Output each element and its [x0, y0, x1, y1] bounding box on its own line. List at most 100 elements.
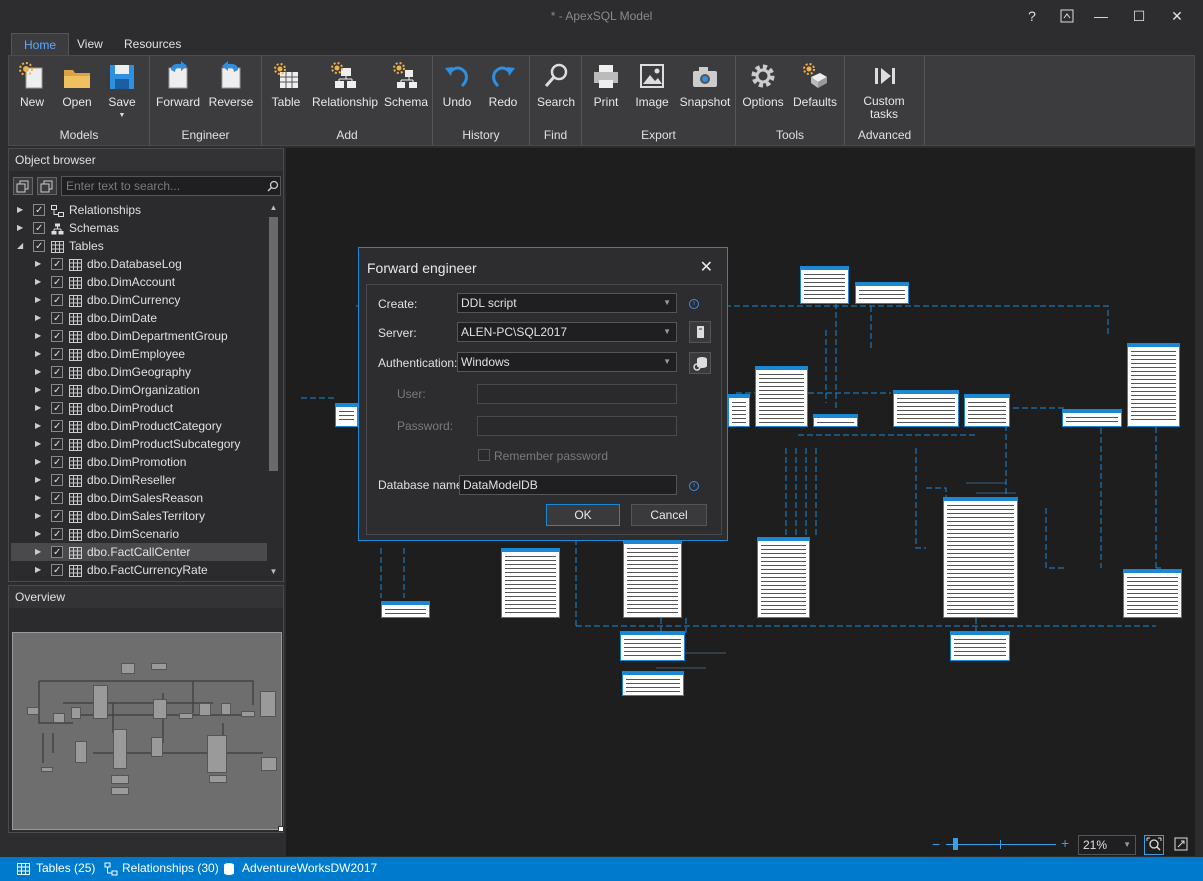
er-table[interactable]	[1123, 569, 1182, 618]
expand-arrow-icon[interactable]: ▶	[17, 219, 27, 237]
custom-tasks-button[interactable]: Custom tasks	[855, 58, 913, 121]
tree-item-checkbox[interactable]	[51, 364, 63, 382]
tab-view[interactable]: View	[65, 33, 115, 56]
tree-item[interactable]: ▶ Schemas	[11, 219, 267, 238]
expand-arrow-icon[interactable]: ▶	[35, 417, 45, 435]
expand-all-button[interactable]	[13, 177, 33, 195]
er-table[interactable]	[728, 394, 750, 427]
er-table[interactable]	[381, 601, 430, 618]
tree-item-checkbox[interactable]	[51, 256, 63, 274]
save-button[interactable]: Save ▼	[105, 58, 139, 120]
expand-arrow-icon[interactable]: ▶	[35, 453, 45, 471]
expand-arrow-icon[interactable]: ▶	[35, 435, 45, 453]
tree-item[interactable]: ▶ dbo.DimAccount	[11, 273, 267, 292]
expand-arrow-icon[interactable]: ▶	[35, 363, 45, 381]
er-table[interactable]	[623, 540, 682, 618]
expand-arrow-icon[interactable]: ▶	[35, 327, 45, 345]
tree-item-checkbox[interactable]	[33, 220, 45, 238]
tree-item-checkbox[interactable]	[51, 310, 63, 328]
tree-item-checkbox[interactable]	[33, 238, 45, 256]
tree-item[interactable]: ◢ Tables	[11, 237, 267, 256]
expand-arrow-icon[interactable]: ▶	[35, 543, 45, 561]
cancel-button[interactable]: Cancel	[631, 504, 707, 526]
tree-item[interactable]: ▶ dbo.DimReseller	[11, 471, 267, 490]
tree-item-checkbox[interactable]	[51, 490, 63, 508]
tree-item[interactable]: ▶ dbo.DimDepartmentGroup	[11, 327, 267, 346]
ok-button[interactable]: OK	[546, 504, 620, 526]
tree-item-checkbox[interactable]	[51, 562, 63, 579]
relationship-button[interactable]: Relationship	[312, 58, 378, 109]
tree-item-checkbox[interactable]	[51, 544, 63, 562]
tree-item[interactable]: ▶ dbo.DimProductCategory	[11, 417, 267, 436]
close-button[interactable]: ✕	[1160, 3, 1194, 29]
tree-item-checkbox[interactable]	[51, 436, 63, 454]
er-table[interactable]	[622, 671, 684, 696]
dialog-close-button[interactable]: ✕	[700, 257, 713, 277]
expand-arrow-icon[interactable]: ▶	[35, 291, 45, 309]
server-dropdown[interactable]: ALEN-PC\SQL2017 ▼	[457, 322, 677, 342]
server-browse-button[interactable]	[689, 321, 711, 343]
schema-button[interactable]: Schema	[384, 58, 428, 109]
password-input[interactable]	[477, 416, 677, 436]
zoom-level-dropdown[interactable]: 21% ▼	[1078, 835, 1136, 855]
zoom-out-button[interactable]: −	[932, 836, 940, 852]
snapshot-button[interactable]: Snapshot	[678, 58, 732, 109]
reverse-button[interactable]: Reverse	[206, 58, 256, 109]
undo-button[interactable]: Undo	[439, 58, 475, 109]
search-icon[interactable]	[267, 180, 279, 192]
expand-arrow-icon[interactable]: ▶	[35, 399, 45, 417]
print-button[interactable]: Print	[586, 58, 626, 109]
tree-item-checkbox[interactable]	[51, 418, 63, 436]
er-table[interactable]	[335, 403, 358, 427]
er-table[interactable]	[1127, 343, 1180, 427]
tab-resources[interactable]: Resources	[112, 33, 193, 56]
tree-item-checkbox[interactable]	[51, 454, 63, 472]
new-button[interactable]: New	[15, 58, 49, 109]
tree-item-checkbox[interactable]	[51, 508, 63, 526]
tree-item-checkbox[interactable]	[51, 472, 63, 490]
options-button[interactable]: Options	[742, 58, 784, 109]
database-name-input[interactable]: DataModelDB	[459, 475, 677, 495]
tree-item[interactable]: ▶ dbo.DimSalesTerritory	[11, 507, 267, 526]
tree-item[interactable]: ▶ dbo.DimPromotion	[11, 453, 267, 472]
image-button[interactable]: Image	[632, 58, 672, 109]
expand-arrow-icon[interactable]: ▶	[17, 201, 27, 219]
info-icon[interactable]: i	[689, 299, 699, 309]
expand-arrow-icon[interactable]: ▶	[35, 507, 45, 525]
expand-arrow-icon[interactable]: ▶	[35, 255, 45, 273]
tree-item[interactable]: ▶ dbo.DimScenario	[11, 525, 267, 544]
expand-arrow-icon[interactable]: ▶	[35, 489, 45, 507]
table-button[interactable]: Table	[268, 58, 304, 109]
tree-item[interactable]: ▶ dbo.DimEmployee	[11, 345, 267, 364]
expand-arrow-icon[interactable]: ▶	[35, 345, 45, 363]
tree-item-checkbox[interactable]	[51, 382, 63, 400]
expand-arrow-icon[interactable]: ▶	[35, 471, 45, 489]
tree-item-checkbox[interactable]	[51, 274, 63, 292]
overview-minimap[interactable]	[12, 632, 282, 830]
open-button[interactable]: Open	[59, 58, 95, 109]
remember-password-checkbox[interactable]	[478, 449, 490, 461]
zoom-in-button[interactable]: +	[1061, 835, 1069, 851]
scroll-thumb[interactable]	[269, 217, 278, 471]
er-table[interactable]	[813, 414, 858, 427]
er-table[interactable]	[943, 497, 1018, 618]
maximize-button[interactable]: ☐	[1122, 3, 1156, 29]
zoom-slider-thumb[interactable]	[953, 838, 958, 850]
tree-item-checkbox[interactable]	[51, 526, 63, 544]
collapse-arrow-icon[interactable]: ◢	[17, 237, 27, 255]
tree-item[interactable]: ▶ dbo.DimCurrency	[11, 291, 267, 310]
expand-arrow-icon[interactable]: ▶	[35, 381, 45, 399]
user-input[interactable]	[477, 384, 677, 404]
object-search-input[interactable]	[61, 176, 281, 196]
forward-button[interactable]: Forward	[156, 58, 200, 109]
er-table[interactable]	[1062, 409, 1122, 427]
er-table[interactable]	[757, 537, 810, 618]
tree-item[interactable]: ▶ dbo.FactCurrencyRate	[11, 561, 267, 579]
tree-item[interactable]: ▶ dbo.DimSalesReason	[11, 489, 267, 508]
tree-item-checkbox[interactable]	[51, 292, 63, 310]
object-tree-scrollbar[interactable]: ▲ ▼	[267, 201, 280, 579]
tree-item-checkbox[interactable]	[33, 202, 45, 220]
zoom-to-fit-button[interactable]	[1144, 835, 1164, 855]
expand-arrow-icon[interactable]: ▶	[35, 525, 45, 543]
info-icon[interactable]: i	[689, 481, 699, 491]
